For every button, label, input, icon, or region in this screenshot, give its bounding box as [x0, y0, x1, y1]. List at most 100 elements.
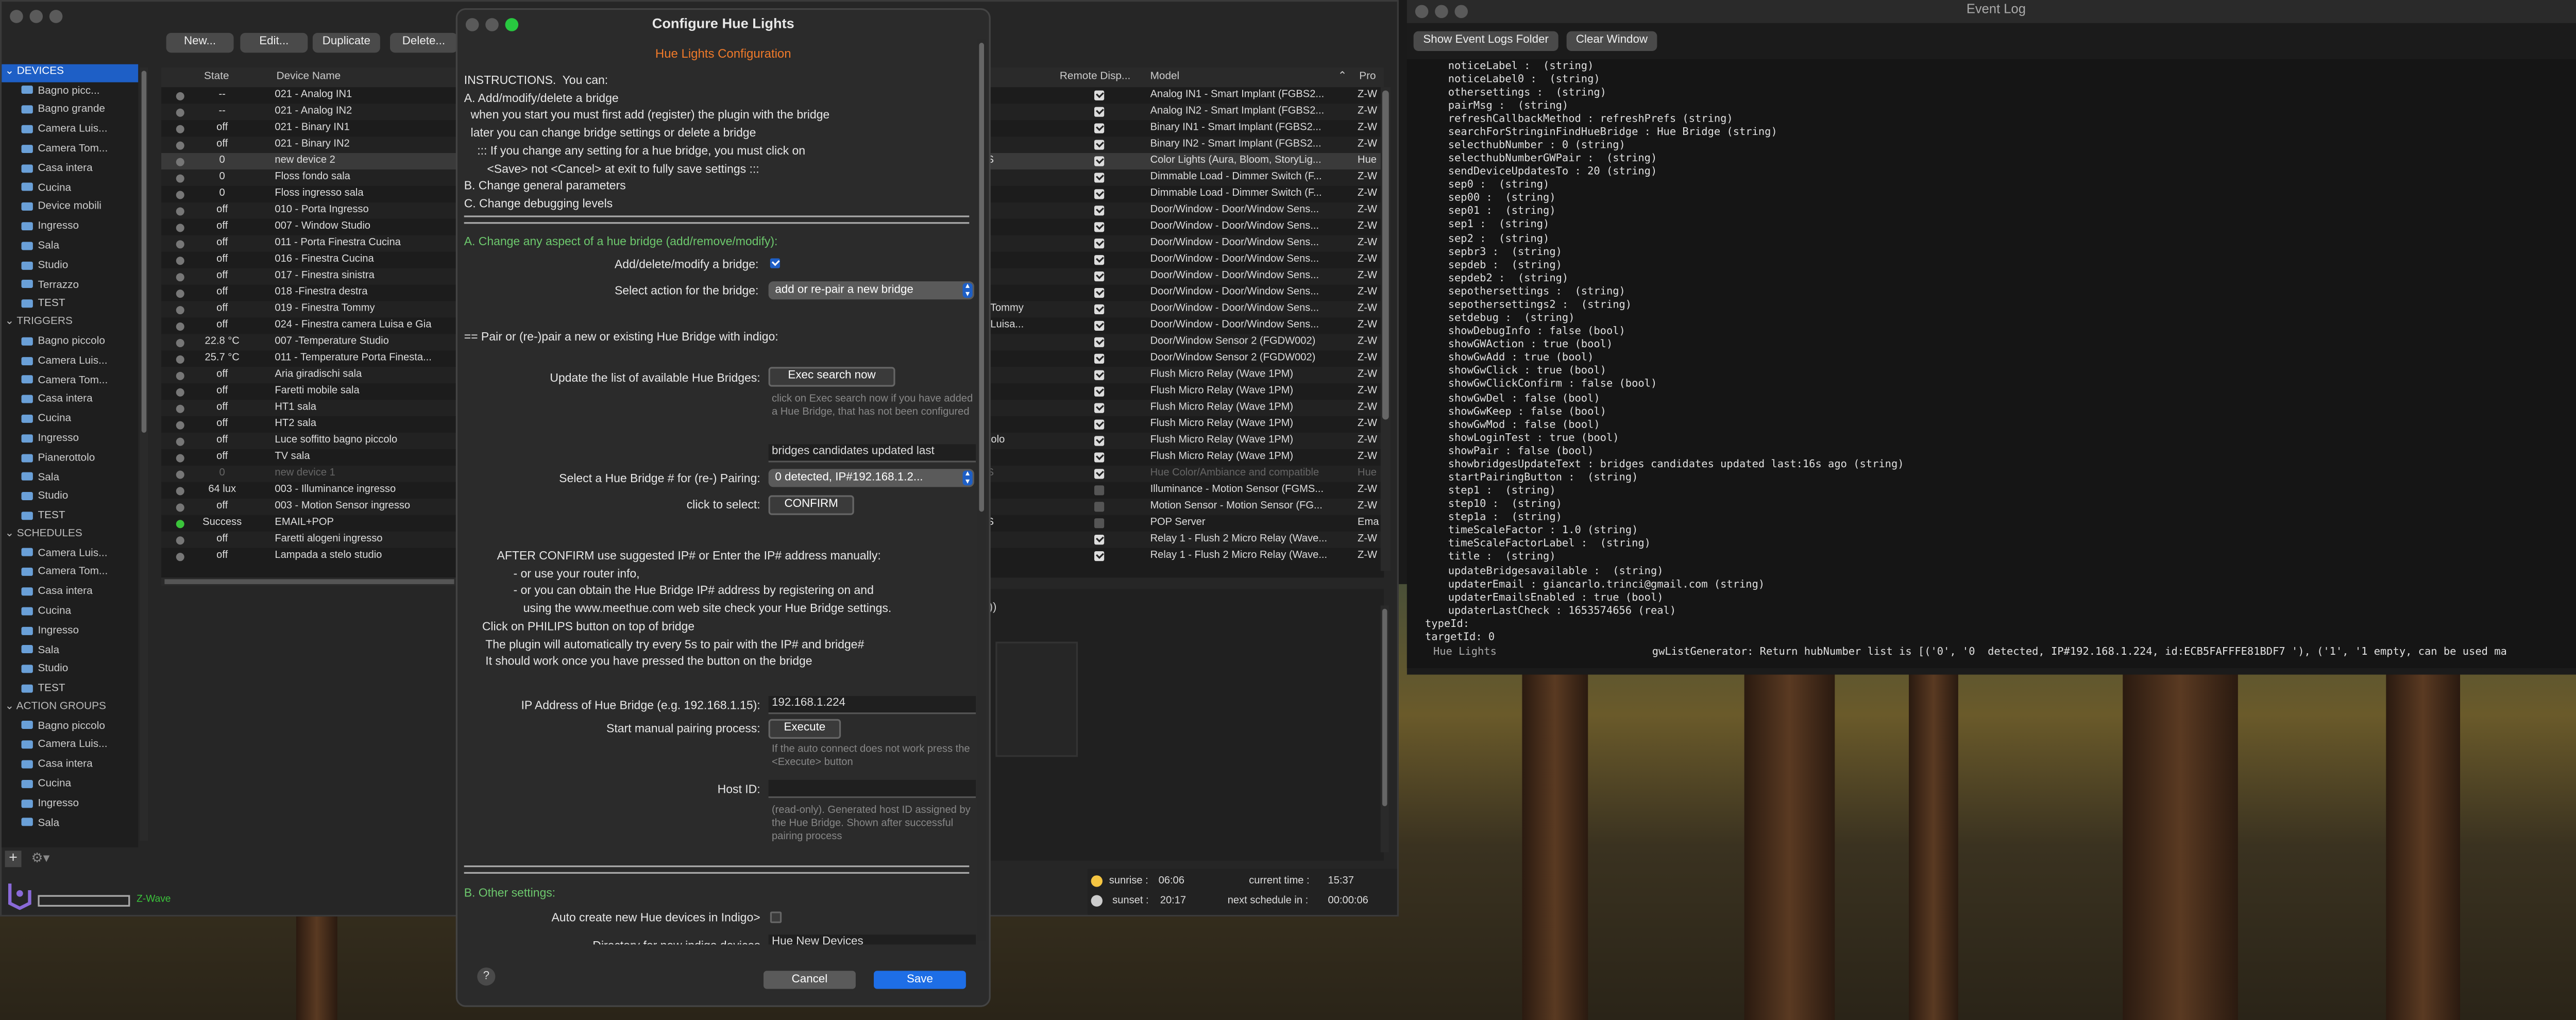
- sidebar-item[interactable]: Casa intera: [2, 756, 138, 775]
- table-scrollbar[interactable]: [1380, 87, 1391, 571]
- close-window-button[interactable]: [1415, 5, 1429, 19]
- dialog-scrollbar[interactable]: [977, 39, 986, 941]
- table-row[interactable]: off 011 - Porta Finestra Cucina: [161, 235, 457, 252]
- remote-display-checkbox[interactable]: [1094, 370, 1105, 380]
- remote-display-checkbox[interactable]: [1094, 485, 1105, 496]
- table-row[interactable]: off TV sala: [161, 449, 457, 466]
- table-row[interactable]: era Tommy Door/Window - Door/Window Sens.…: [973, 301, 1384, 318]
- table-row[interactable]: Analog IN1 - Smart Implant (FGBS2... Z-W: [989, 87, 1384, 104]
- table-row[interactable]: off Faretti mobile sala: [161, 383, 457, 400]
- sidebar-item[interactable]: Sala: [2, 468, 138, 488]
- cancel-button[interactable]: Cancel: [764, 971, 856, 989]
- ip-address-field[interactable]: 192.168.1.224: [768, 696, 976, 715]
- auto-create-checkbox[interactable]: [770, 911, 782, 923]
- sidebar-item[interactable]: Studio: [2, 660, 138, 680]
- zoom-window-button[interactable]: [49, 10, 63, 23]
- table-row[interactable]: aDoor/Window Sensor 2 (FGDW002)Z-W: [973, 350, 1384, 367]
- table-row[interactable]: off 021 - Binary IN1: [161, 120, 457, 137]
- remote-display-checkbox[interactable]: [1094, 123, 1105, 133]
- table-row[interactable]: Door/Window - Door/Window Sens... Z-W: [989, 285, 1384, 301]
- sidebar-item[interactable]: Sala: [2, 814, 138, 834]
- table-row[interactable]: piccoloFlush Micro Relay (Wave 1PM)Z-W: [973, 433, 1384, 449]
- table-row[interactable]: 22.8 °C 007 -Temperature Studio: [161, 334, 457, 351]
- help-button[interactable]: ?: [477, 967, 496, 986]
- table-row[interactable]: Success EMAIL+POP: [161, 515, 457, 532]
- table-row[interactable]: 25.7 °C 011 - Temperature Porta Finesta..…: [161, 350, 457, 367]
- event-log-text[interactable]: noticeLabel : (string) noticeLabel0 : (st…: [1406, 58, 2576, 668]
- table-row[interactable]: ssoDoor/Window - Door/Window Sens...Z-W: [973, 202, 1384, 219]
- sidebar-section-1[interactable]: ⌄ TRIGGERS: [2, 315, 138, 332]
- device-name-column-header[interactable]: Device Name: [277, 67, 341, 87]
- sidebar-item[interactable]: Sala: [2, 641, 138, 660]
- table-row[interactable]: Flush Micro Relay (Wave 1PM) Z-W: [989, 400, 1384, 417]
- table-row[interactable]: 0 new device 2: [161, 153, 457, 169]
- table-row[interactable]: off 024 - Finestra camera Luisa e Gia: [161, 317, 457, 334]
- sidebar-item[interactable]: Studio: [2, 257, 138, 276]
- select-action-dropdown[interactable]: add or re-pair a new bridge ▴ ▾: [768, 281, 974, 300]
- edit-button[interactable]: Edit...: [240, 32, 308, 53]
- sidebar-item[interactable]: Ingresso: [2, 622, 138, 641]
- table-row[interactable]: Analog IN2 - Smart Implant (FGBS2... Z-W: [989, 104, 1384, 121]
- sidebar-item[interactable]: Studio: [2, 487, 138, 507]
- table-row[interactable]: Binary IN2 - Smart Implant (FGBS2... Z-W: [989, 137, 1384, 154]
- table-row[interactable]: oDoor/Window Sensor 2 (FGDW002)Z-W: [973, 334, 1384, 351]
- remote-display-checkbox[interactable]: [1094, 518, 1105, 529]
- new-button[interactable]: New...: [166, 32, 234, 53]
- table-row[interactable]: Binary IN1 - Smart Implant (FGBS2... Z-W: [989, 120, 1384, 137]
- sidebar-item[interactable]: Cucina: [2, 775, 138, 795]
- sidebar-item[interactable]: TEST: [2, 295, 138, 315]
- remote-display-checkbox[interactable]: [1094, 436, 1105, 446]
- sidebar-item[interactable]: Cucina: [2, 410, 138, 430]
- sidebar-section-0[interactable]: ⌄ DEVICES: [2, 64, 139, 82]
- add-modify-bridge-checkbox[interactable]: [770, 258, 780, 268]
- sidebar-item[interactable]: Casa intera: [2, 159, 138, 179]
- table-h-scrollbar[interactable]: [161, 577, 457, 586]
- table-row[interactable]: 0 Floss ingresso sala: [161, 186, 457, 202]
- remote-display-checkbox[interactable]: [1094, 337, 1105, 347]
- remote-display-checkbox[interactable]: [1094, 551, 1105, 562]
- table-row[interactable]: -- 021 - Analog IN1: [161, 87, 457, 104]
- confirm-button[interactable]: CONFIRM: [768, 495, 854, 515]
- add-folder-button[interactable]: +: [5, 850, 22, 868]
- sidebar-item[interactable]: Bagno grande: [2, 101, 138, 121]
- table-row[interactable]: 0 new device 1: [161, 465, 457, 482]
- remote-display-checkbox[interactable]: [1094, 222, 1105, 232]
- table-row[interactable]: off Luce soffitto bagno piccolo: [161, 433, 457, 449]
- table-row[interactable]: off 021 - Binary IN2: [161, 137, 457, 154]
- show-event-logs-folder-button[interactable]: Show Event Logs Folder: [1413, 31, 1558, 52]
- remote-display-checkbox[interactable]: [1094, 156, 1105, 166]
- table-row[interactable]: off 016 - Finestra Cucina: [161, 252, 457, 268]
- sidebar-item[interactable]: Sala: [2, 237, 138, 257]
- remote-display-checkbox[interactable]: [1094, 386, 1105, 397]
- sidebar-section-2[interactable]: ⌄ SCHEDULES: [2, 526, 138, 544]
- sidebar-item[interactable]: Casa intera: [2, 583, 138, 602]
- table-row[interactable]: oDoor/Window - Door/Window Sens...Z-W: [973, 219, 1384, 235]
- table-row[interactable]: era Luisa... Door/Window - Door/Window Se…: [973, 317, 1384, 334]
- sidebar-item[interactable]: TEST: [2, 680, 138, 700]
- sidebar-item[interactable]: Camera Luis...: [2, 121, 138, 140]
- table-row[interactable]: CESColor Lights (Aura, Bloom, StoryLig..…: [973, 153, 1384, 169]
- table-row[interactable]: Dimmable Load - Dimmer Switch (F... Z-W: [989, 169, 1384, 186]
- directory-field[interactable]: Hue New Devices: [768, 934, 976, 945]
- table-row[interactable]: off Aria giradischi sala: [161, 367, 457, 384]
- table-row[interactable]: ssoIlluminance - Motion Sensor (FGMS...Z…: [973, 482, 1384, 499]
- table-row[interactable]: 64 lux 003 - Illuminance ingresso: [161, 482, 457, 499]
- remote-display-checkbox[interactable]: [1094, 502, 1105, 512]
- save-button[interactable]: Save: [874, 971, 966, 989]
- table-row[interactable]: off 019 - Finestra Tommy: [161, 301, 457, 318]
- exec-search-button[interactable]: Exec search now: [768, 367, 895, 387]
- sidebar-item[interactable]: Camera Luis...: [2, 544, 138, 564]
- sidebar-item[interactable]: Ingresso: [2, 794, 138, 814]
- table-row[interactable]: Dimmable Load - Dimmer Switch (F... Z-W: [989, 186, 1384, 202]
- remote-display-checkbox[interactable]: [1094, 173, 1105, 183]
- gear-icon[interactable]: ⚙▾: [31, 851, 50, 865]
- table-row[interactable]: Flush Micro Relay (Wave 1PM) Z-W: [989, 449, 1384, 466]
- sidebar-item[interactable]: TEST: [2, 507, 138, 526]
- sidebar-item[interactable]: Bagno piccolo: [2, 332, 138, 352]
- table-row[interactable]: -- 021 - Analog IN2: [161, 104, 457, 121]
- delete-button[interactable]: Delete...: [389, 32, 457, 53]
- table-row[interactable]: off 018 -Finestra destra: [161, 285, 457, 301]
- remote-display-checkbox[interactable]: [1094, 90, 1105, 100]
- remote-display-checkbox[interactable]: [1094, 239, 1105, 249]
- table-row[interactable]: off Lampada a stelo studio: [161, 548, 457, 565]
